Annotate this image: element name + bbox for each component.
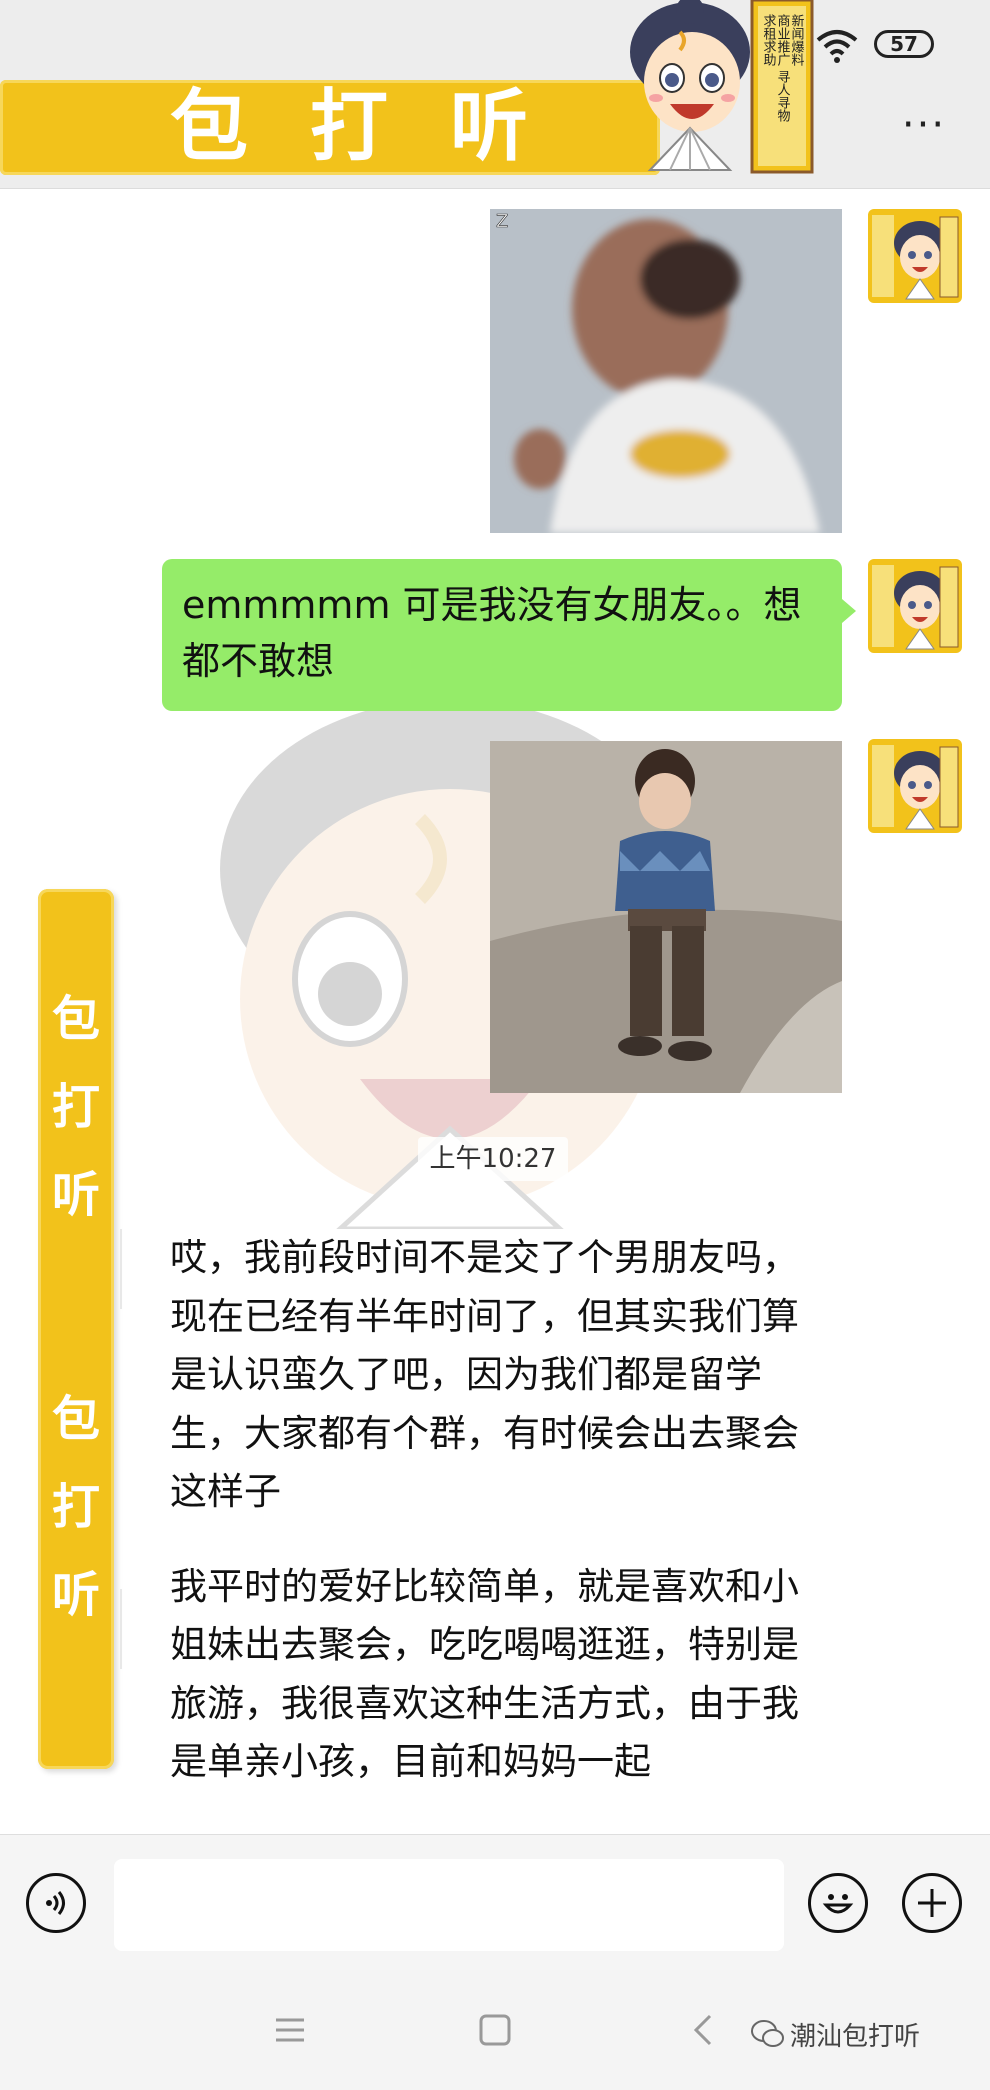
side-banner-char: 打 [51, 1079, 100, 1135]
side-banner-char: 包 [51, 991, 100, 1047]
image-message[interactable] [490, 741, 842, 1093]
article-body: 哎，我前段时间不是交了个男朋友吗，现在已经有半年时间了，但其实我们算是认识蛮久了… [170, 1229, 820, 1828]
svg-text:商业推广: 商业推广 [775, 14, 791, 67]
more-options-button[interactable]: ··· [896, 105, 952, 150]
message-timestamp: 上午10:27 [418, 1137, 568, 1181]
side-banner-char: 听 [51, 1567, 100, 1623]
image-corner-label: Z [496, 211, 508, 232]
avatar-icon [868, 559, 962, 653]
toddler-photo [490, 741, 842, 1093]
emoji-icon [822, 1894, 854, 1914]
svg-text:新闻爆料: 新闻爆料 [789, 13, 805, 66]
quote-marker [120, 1589, 122, 1669]
sender-avatar[interactable] [868, 209, 962, 303]
mascot-logo: 新闻爆料 寻人寻物 求租求助 商业推广 [630, 0, 814, 174]
baby-photo: Z [490, 209, 842, 533]
avatar-icon [868, 209, 962, 303]
wechat-icon [751, 2020, 784, 2047]
plus-icon [918, 1889, 946, 1917]
quote-marker [120, 1229, 122, 1309]
wifi-icon [816, 30, 858, 63]
side-banner: 包 打 听 包 打 听 [38, 889, 114, 1769]
source-watermark: 潮汕包打听 [790, 2022, 921, 2052]
article-paragraph: 哎，我前段时间不是交了个男朋友吗，现在已经有半年时间了，但其实我们算是认识蛮久了… [170, 1236, 799, 1513]
image-message[interactable]: Z [490, 209, 842, 533]
article-paragraph: 我平时的爱好比较简单，就是喜欢和小姐妹出去聚会，吃吃喝喝逛逛，特别是旅游，我很喜… [170, 1564, 799, 1784]
home-icon[interactable] [475, 2010, 515, 2050]
svg-text:寻人寻物: 寻人寻物 [775, 70, 791, 123]
avatar-icon [868, 739, 962, 833]
side-banner-char: 听 [51, 1167, 100, 1223]
banner-title: 包打听 [170, 82, 591, 172]
chat-area[interactable]: Z emmmmm 可是我没有女朋友。。想都不敢想 上午10:27 包 打 听 包… [0, 189, 990, 1834]
sender-avatar[interactable] [868, 739, 962, 833]
sender-avatar[interactable] [868, 559, 962, 653]
text-message-bubble[interactable]: emmmmm 可是我没有女朋友。。想都不敢想 [162, 559, 856, 711]
chat-header: 包打听 新闻爆料 寻人寻物 求租求助 商业推广 57 ··· [0, 0, 990, 189]
add-button[interactable] [902, 1873, 962, 1933]
side-banner-char: 包 [51, 1391, 100, 1447]
menu-icon[interactable] [270, 2010, 310, 2050]
back-icon[interactable] [684, 2010, 724, 2050]
brand-banner: 包打听 [0, 80, 660, 175]
input-bar [0, 1834, 990, 1971]
emoji-button[interactable] [808, 1873, 868, 1933]
battery-indicator: 57 [874, 30, 934, 58]
message-input[interactable] [114, 1859, 784, 1951]
side-banner-char: 打 [51, 1479, 100, 1535]
voice-input-button[interactable] [26, 1873, 86, 1933]
voice-icon [46, 1891, 65, 1915]
